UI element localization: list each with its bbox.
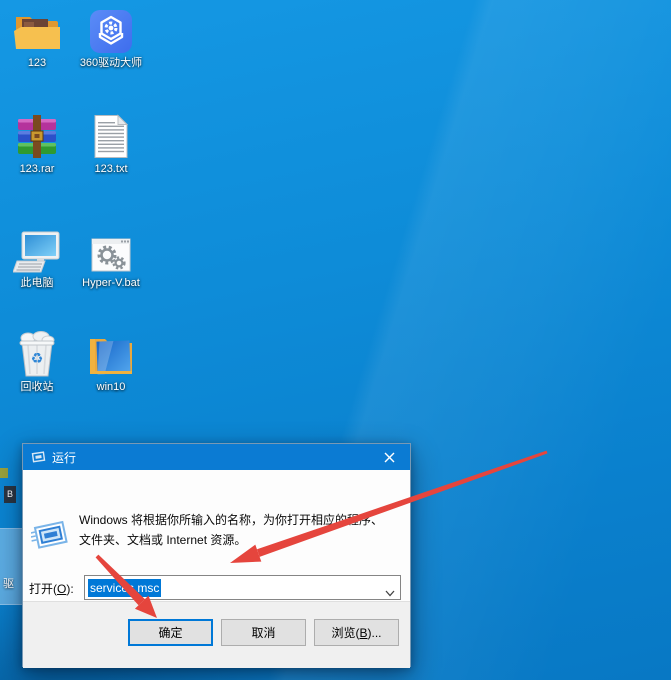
cancel-button[interactable]: 取消	[221, 619, 306, 646]
360-driver-app-icon	[89, 6, 133, 54]
desktop-icon-label: 此电脑	[21, 277, 54, 289]
desktop-icon-label: 123.rar	[20, 163, 55, 175]
desktop-icon-label: 360驱动大师	[80, 57, 142, 69]
folder-with-photo-icon	[14, 6, 60, 54]
run-program-icon	[31, 520, 69, 557]
covered-icon-label-fragment: 驱	[3, 575, 14, 591]
this-pc-icon	[13, 226, 61, 274]
desktop-icon-this-pc[interactable]: 此电脑	[2, 226, 72, 294]
desktop-icon-win10-folder[interactable]: win10	[76, 330, 146, 398]
desktop-icon-label: 123	[28, 57, 46, 69]
desktop-icon-360-driver[interactable]: 360驱动大师	[76, 6, 146, 74]
open-combobox[interactable]: services.msc	[84, 575, 401, 600]
desktop-icon-hyperv-bat[interactable]: Hyper-V.bat	[76, 226, 146, 294]
desktop-icon-label: 123.txt	[94, 163, 127, 175]
dialog-title: 运行	[52, 449, 368, 466]
text-file-icon	[93, 112, 129, 160]
run-dialog: 运行	[22, 443, 411, 667]
open-input-value-selected[interactable]: services.msc	[88, 579, 161, 597]
recycle-bin-icon: ♻	[15, 330, 59, 378]
run-window-icon	[31, 451, 46, 464]
open-field-label: 打开(O):	[29, 580, 74, 597]
covered-desktop-icon-fragment: B	[4, 486, 16, 503]
covered-desktop-icon-fragment	[0, 468, 8, 478]
run-dialog-body: Windows 将根据你所输入的名称，为你打开相应的程序、 文件夹、文档或 In…	[23, 470, 410, 601]
run-dialog-titlebar[interactable]: 运行	[23, 444, 410, 470]
desktop-icon-recycle-bin[interactable]: ♻ 回收站	[2, 330, 72, 398]
close-icon	[384, 452, 395, 463]
svg-text:♻: ♻	[31, 351, 44, 367]
browse-button[interactable]: 浏览(B)...	[314, 619, 399, 646]
ok-button[interactable]: 确定	[128, 619, 213, 646]
desktop-icon-123-txt[interactable]: 123.txt	[76, 112, 146, 180]
close-button[interactable]	[368, 444, 410, 470]
desktop-icon-label: 回收站	[21, 381, 54, 393]
folder-win10-icon	[88, 330, 134, 378]
dialog-description: Windows 将根据你所输入的名称，为你打开相应的程序、 文件夹、文档或 In…	[79, 510, 383, 550]
winrar-archive-icon	[14, 112, 60, 160]
batch-file-gears-icon	[91, 226, 131, 274]
chevron-down-icon[interactable]	[385, 584, 395, 602]
desktop-icon-label: win10	[97, 381, 126, 393]
desktop-icon-123-folder[interactable]: 123	[2, 6, 72, 74]
desktop-icon-123-rar[interactable]: 123.rar	[2, 112, 72, 180]
desktop: 123 360驱动大师	[0, 0, 671, 680]
desktop-icon-label: Hyper-V.bat	[82, 277, 140, 289]
selected-desktop-icon-highlight[interactable]: 驱	[0, 528, 24, 605]
